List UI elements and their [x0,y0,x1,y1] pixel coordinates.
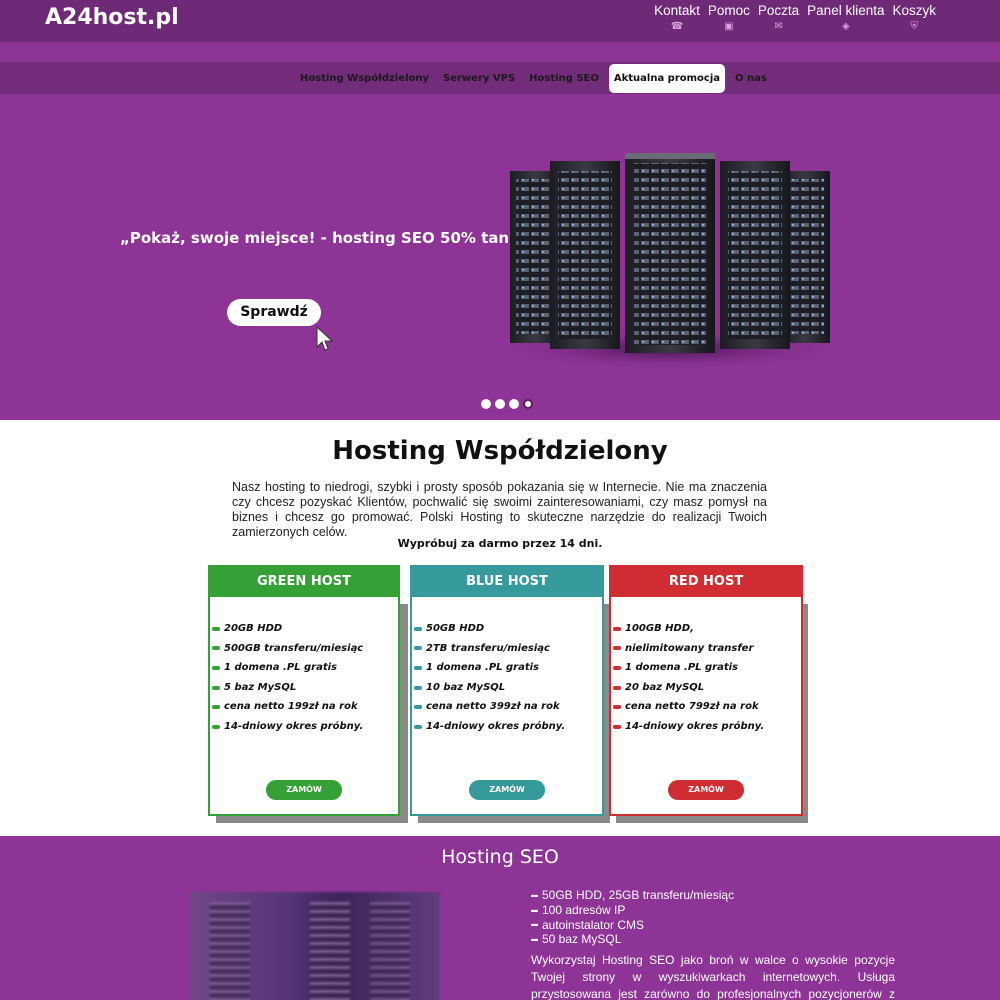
trial-text: Wypróbuj za darmo przez 14 dni. [397,537,603,550]
top-nav-panel-klienta[interactable]: Panel klienta ◈ [807,3,884,33]
sub-bar [0,42,1000,62]
list-item: 5 baz MySQL [212,678,398,698]
top-nav-label: Koszyk [892,3,936,18]
plan-card-blue: BLUE HOST 50GB HDD 2TB transferu/miesiąc… [410,565,604,816]
list-item: 100 adresów IP [531,903,734,918]
plan-name: RED HOST [611,567,801,597]
globe-icon: ◈ [841,21,850,32]
list-item: 50GB HDD [414,619,602,639]
plan-features: 100GB HDD, nielimitowany transfer 1 dome… [611,619,801,737]
plan-name: BLUE HOST [412,567,602,597]
list-item: nielimitowany transfer [613,639,801,659]
plan-card-red: RED HOST 100GB HDD, nielimitowany transf… [609,565,803,816]
seo-features: 50GB HDD, 25GB transferu/miesiąc 100 adr… [531,888,734,947]
list-item: 14-dniowy okres próbny. [613,717,801,737]
seo-title: Hosting SEO [441,846,559,868]
slider-dot[interactable] [509,399,519,409]
list-item: cena netto 799zł na rok [613,697,801,717]
help-icon: ▣ [724,21,734,32]
top-nav-pomoc[interactable]: Pomoc ▣ [708,3,750,33]
list-item: 50 baz MySQL [531,932,734,947]
order-button-blue[interactable]: ZAMÓW [469,780,545,800]
pointer-cursor-icon [316,326,333,351]
plan-features: 50GB HDD 2TB transferu/miesiąc 1 domena … [412,619,602,737]
top-nav-koszyk[interactable]: Koszyk ⛨ [892,3,936,33]
list-item: cena netto 199zł na rok [212,697,398,717]
list-item: 1 domena .PL gratis [212,658,398,678]
intro-text: Nasz hosting to niedrogi, szybki i prost… [232,480,767,539]
nav-hosting-seo[interactable]: Hosting SEO [525,67,603,90]
plan-card-green: GREEN HOST 20GB HDD 500GB transferu/mies… [208,565,400,816]
slider-dot[interactable] [495,399,505,409]
top-nav-poczta[interactable]: Poczta ✉ [758,3,799,33]
list-item: 20GB HDD [212,619,398,639]
hero-check-button[interactable]: Sprawdź [227,299,321,326]
list-item: autoinstalator CMS [531,918,734,933]
order-button-green[interactable]: ZAMÓW [266,780,342,800]
top-nav-kontakt[interactable]: Kontakt ☎ [654,3,700,33]
main-nav: Hosting Współdzielony Serwery VPS Hostin… [0,62,1000,94]
top-nav-label: Pomoc [707,3,750,18]
top-nav-label: Poczta [757,3,800,18]
list-item: 20 baz MySQL [613,678,801,698]
list-item: 2TB transferu/miesiąc [414,639,602,659]
top-nav: Kontakt ☎ Pomoc ▣ Poczta ✉ Panel klienta… [654,3,936,33]
seo-section: Hosting SEO 50GB HDD, 25GB transferu/mie… [0,836,1000,1000]
order-button-red[interactable]: ZAMÓW [668,780,744,800]
site-logo[interactable]: A24host.pl [45,5,179,30]
list-item: 500GB transferu/miesiąc [212,639,398,659]
server-racks-image [485,153,855,369]
list-item: 1 domena .PL gratis [613,658,801,678]
mail-icon: ✉ [774,21,783,32]
list-item: 1 domena .PL gratis [414,658,602,678]
list-item: cena netto 399zł na rok [414,697,602,717]
top-bar: A24host.pl Kontakt ☎ Pomoc ▣ Poczta ✉ Pa… [0,0,1000,42]
plan-features: 20GB HDD 500GB transferu/miesiąc 1 domen… [210,619,398,737]
list-item: 100GB HDD, [613,619,801,639]
list-item: 14-dniowy okres próbny. [212,717,398,737]
slider-dot-active[interactable] [523,399,533,409]
server-room-image [190,892,440,1000]
section-title: Hosting Współdzielony [332,436,668,466]
phone-icon: ☎ [670,21,684,32]
main-nav-list: Hosting Współdzielony Serwery VPS Hostin… [296,62,771,94]
page: A24host.pl Kontakt ☎ Pomoc ▣ Poczta ✉ Pa… [0,0,1000,1000]
seo-description: Wykorzystaj Hosting SEO jako broń w walc… [531,953,895,1000]
top-nav-label: Kontakt [654,3,700,18]
list-item: 10 baz MySQL [414,678,602,698]
list-item: 14-dniowy okres próbny. [414,717,602,737]
nav-hosting-wspoldzielony[interactable]: Hosting Współdzielony [296,67,433,90]
basket-icon: ⛨ [910,21,918,32]
plan-name: GREEN HOST [210,567,398,597]
top-nav-label: Panel klienta [807,3,885,18]
list-item: 50GB HDD, 25GB transferu/miesiąc [531,888,734,903]
slider-dot[interactable] [481,399,491,409]
hero-banner: „Pokaż, swoje miejsce! - hosting SEO 50%… [0,94,1000,420]
nav-serwery-vps[interactable]: Serwery VPS [439,67,519,90]
nav-aktualna-promocja[interactable]: Aktualna promocja [608,63,726,93]
slider-dots [481,399,533,409]
nav-o-nas[interactable]: O nas [731,67,771,90]
